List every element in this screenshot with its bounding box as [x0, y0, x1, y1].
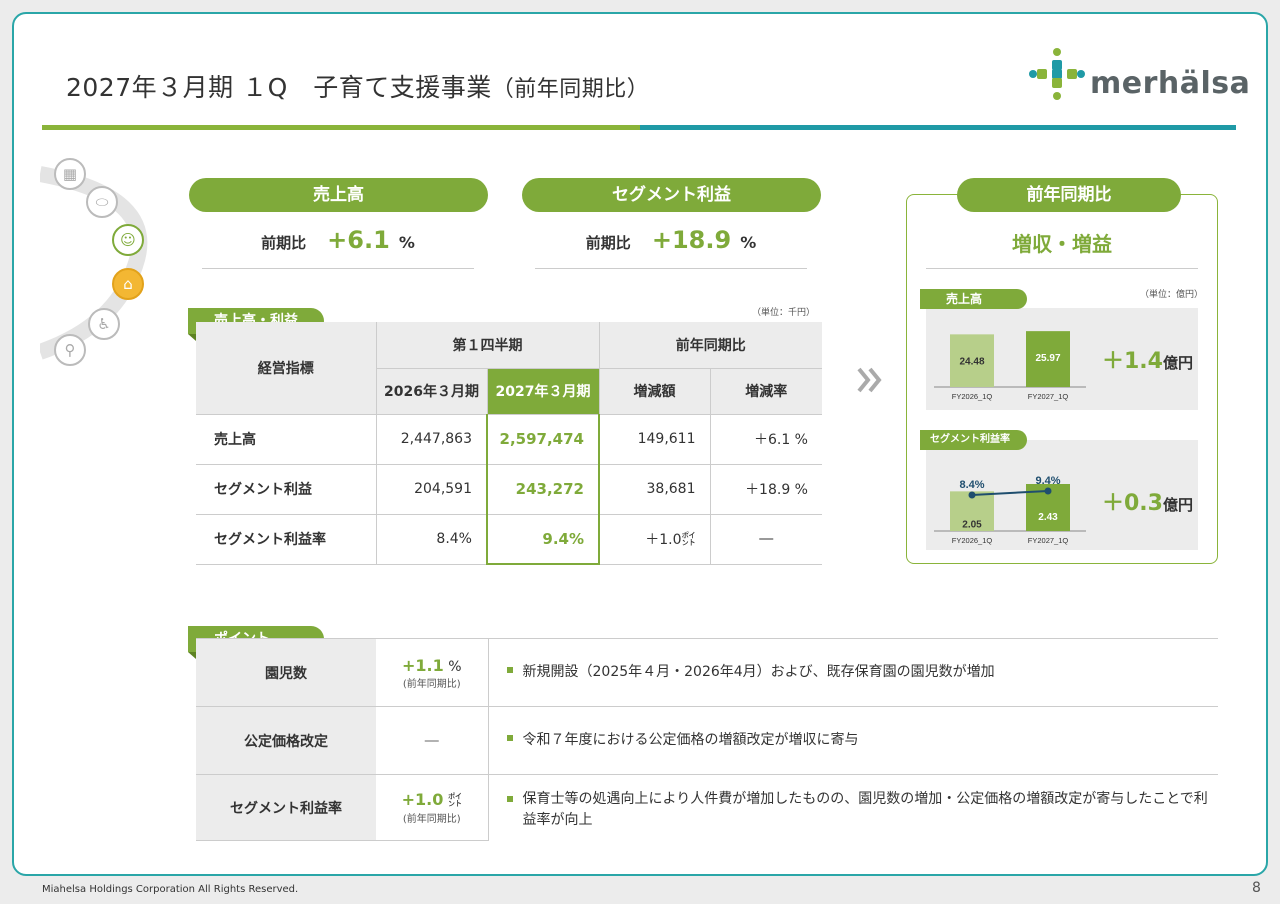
- kpi-sales-pill: 売上高: [189, 178, 488, 212]
- building-icon: ▦: [54, 158, 86, 190]
- chart-tick-label: FY2026_1Q: [952, 536, 993, 545]
- th-fy2026: 2026年３月期: [376, 368, 488, 415]
- logo-text: merhälsa: [1090, 66, 1251, 101]
- points-table: 園児数 +1.1 % (前年同期比) 新規開設（2025年４月・2026年4月）…: [196, 638, 1218, 841]
- th-change-rate: 増減率: [710, 368, 822, 415]
- cutlery-icon: ⚲: [54, 334, 86, 366]
- table-row: セグメント利益率 8.4% 9.4% ＋1.0㌽ ―: [196, 514, 822, 565]
- bullet-icon: [506, 667, 513, 673]
- chart-bar-label: 25.97: [1035, 353, 1060, 364]
- chart-tick-label: FY2027_1Q: [1028, 536, 1069, 545]
- th-yoy: 前年同期比: [599, 322, 822, 369]
- bullet-icon: [506, 735, 513, 741]
- chart-bar-label: 24.48: [959, 356, 984, 367]
- kpi-profit-pill: セグメント利益: [522, 178, 821, 212]
- header-rule-green: [42, 125, 640, 130]
- copyright: Miahelsa Holdings Corporation All Rights…: [42, 884, 299, 895]
- table-row: 園児数 +1.1 % (前年同期比) 新規開設（2025年４月・2026年4月）…: [196, 638, 1218, 707]
- wheelchair-icon: ♿: [88, 308, 120, 340]
- chart-tick-label: FY2026_1Q: [952, 392, 993, 401]
- chart-point: [968, 491, 976, 499]
- chart-point: [1044, 487, 1052, 495]
- profit-delta: ＋0.3億円: [1102, 491, 1193, 516]
- page-title: 2027年３月期 １Q 子育て支援事業（前年同期比）: [66, 73, 650, 102]
- sales-chart-tab: 売上高: [920, 289, 1027, 309]
- child-face-icon: ☺: [112, 224, 144, 256]
- sales-chart: 24.48 FY2026_1Q 25.97 FY2027_1Q: [934, 331, 1086, 401]
- margin-chart: 2.05 FY2026_1Q 2.43 FY2027_1Q 8.4% 9.4%: [934, 475, 1086, 545]
- th-change-amount: 増減額: [599, 368, 711, 415]
- kpi-profit-rule: [535, 268, 807, 269]
- kpi-sales-rule: [202, 268, 474, 269]
- table-row: セグメント利益率 +1.0 ㌽ (前年同期比) 保育士等の処遇向上により人件費が…: [196, 774, 1218, 841]
- th-fy2027: 2027年３月期: [487, 368, 600, 415]
- th-indicator: 経営指標: [196, 322, 377, 415]
- kpi-profit-value: 前期比 +18.9 %: [585, 226, 757, 254]
- table-row: 売上高 2,447,863 2,597,474 149,611 ＋6.1 %: [196, 414, 822, 465]
- page-number: 8: [1252, 880, 1261, 896]
- yoy-headline: 増収・増益: [1012, 232, 1112, 256]
- capsule-icon: ⬭: [86, 186, 118, 218]
- chart-tick-label: FY2027_1Q: [1028, 392, 1069, 401]
- sales-delta: ＋1.4億円: [1102, 349, 1193, 374]
- th-q1: 第１四半期: [376, 322, 600, 369]
- logo-mark-icon: [1028, 46, 1086, 102]
- performance-table: 経営指標 第１四半期 前年同期比 2026年３月期 2027年３月期 増減額 増…: [196, 322, 822, 565]
- chart-bar-label: 2.43: [1038, 512, 1058, 523]
- bullet-icon: [506, 796, 513, 802]
- panel-unit-note: （単位：億円）: [1140, 290, 1204, 300]
- table-unit-note: （単位：千円）: [752, 308, 816, 318]
- table-tab-fold: [188, 334, 196, 341]
- points-tab-fold: [188, 652, 196, 659]
- table-row: 公定価格改定 ― 令和７年度における公定価格の増額改定が増収に寄与: [196, 706, 1218, 775]
- yoy-headline-rule: [926, 268, 1198, 269]
- header-rule-teal: [640, 125, 1236, 130]
- yoy-panel-title: 前年同期比: [957, 178, 1181, 212]
- table-row: セグメント利益 204,591 243,272 38,681 ＋18.9 %: [196, 464, 822, 515]
- double-chevron-icon: [856, 366, 884, 398]
- house-icon: ⌂: [112, 268, 144, 300]
- chart-point-label: 9.4%: [1035, 475, 1060, 487]
- chart-point-label: 8.4%: [959, 479, 984, 491]
- kpi-sales-value: 前期比 +6.1 %: [261, 226, 415, 254]
- chart-bar-label: 2.05: [962, 519, 982, 530]
